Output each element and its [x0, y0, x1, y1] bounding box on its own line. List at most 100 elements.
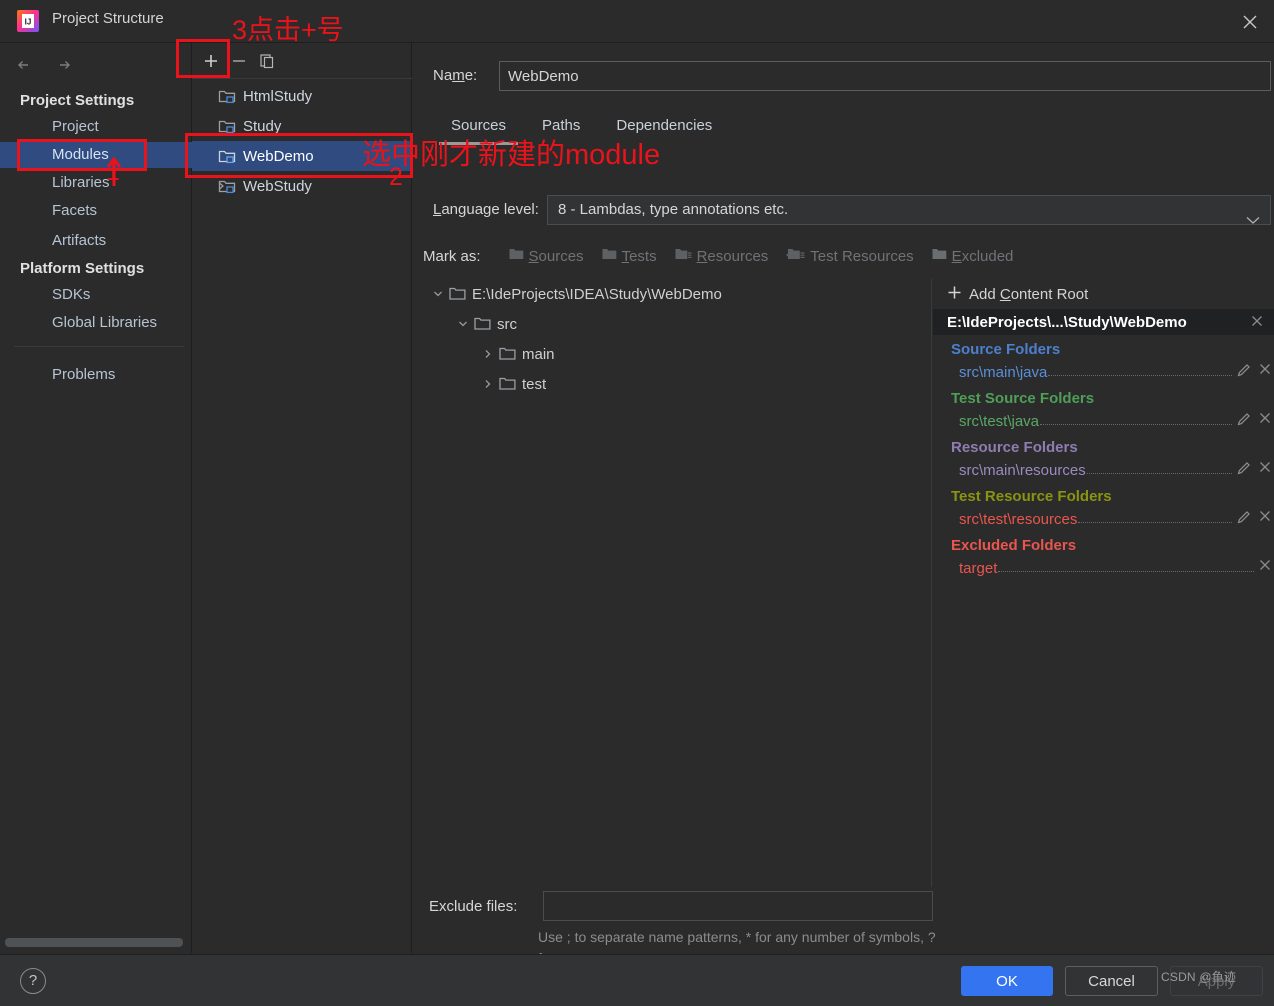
remove-folder-icon[interactable]: [1258, 411, 1274, 427]
module-folder-icon: [218, 87, 236, 105]
folder-excluded-icon: [932, 247, 947, 265]
folder-path: src\main\resources: [959, 462, 1086, 479]
chevron-right-icon[interactable]: [481, 377, 495, 391]
folder-entry[interactable]: src\test\resources: [933, 505, 1274, 531]
add-module-button[interactable]: [198, 49, 224, 73]
copy-module-button[interactable]: [254, 49, 280, 73]
folder-entry[interactable]: target: [933, 554, 1274, 580]
folder-icon: [474, 316, 491, 333]
pencil-icon[interactable]: [1236, 460, 1253, 477]
remove-content-root-icon[interactable]: [1250, 314, 1266, 330]
folder-entry[interactable]: src\main\resources: [933, 456, 1274, 482]
arrow-left-icon[interactable]: [14, 55, 34, 75]
intellij-idea-logo-icon: IJ: [16, 9, 40, 33]
section-title: Resource Folders: [951, 439, 1078, 456]
section-title: Source Folders: [951, 341, 1061, 358]
chevron-right-icon[interactable]: [481, 347, 495, 361]
mark-as-excluded-button[interactable]: Excluded: [932, 247, 1013, 265]
list-item-selected[interactable]: WebDemo: [192, 141, 412, 171]
chevron-down-icon[interactable]: [431, 287, 445, 301]
sidebar-item-libraries[interactable]: Libraries: [0, 170, 192, 196]
sidebar-item-global-libraries[interactable]: Global Libraries: [0, 310, 192, 336]
window-title: Project Structure: [52, 10, 164, 27]
section-resource-folders: Resource Folders src\main\resources: [933, 439, 1274, 482]
tree-row[interactable]: src: [423, 309, 931, 339]
sidebar-item-modules[interactable]: Modules: [0, 142, 192, 168]
mark-as-test-resources-button[interactable]: Test Resources: [786, 247, 914, 265]
folder-test-resources-icon: [786, 247, 805, 265]
tab-dependencies[interactable]: Dependencies: [598, 113, 730, 138]
sidebar-item-facets[interactable]: Facets: [0, 198, 192, 224]
folder-path: src\test\java: [959, 413, 1040, 430]
sidebar-horizontal-scrollbar[interactable]: [5, 938, 183, 947]
exclude-files-input[interactable]: [543, 891, 933, 921]
chevron-right-icon[interactable]: [214, 179, 228, 193]
leader-dots: [998, 571, 1254, 572]
language-level-label: Language level:: [433, 201, 539, 218]
module-list-panel: HtmlStudy Study WebDemo WebStudy: [192, 43, 412, 953]
folder-entry[interactable]: src\test\java: [933, 407, 1274, 433]
add-content-root-label: Add Content Root: [969, 285, 1089, 303]
section-title: Test Source Folders: [951, 390, 1095, 407]
remove-module-button[interactable]: [226, 49, 252, 73]
sidebar-divider: [14, 346, 184, 347]
pencil-icon[interactable]: [1236, 509, 1253, 526]
folder-icon: [499, 376, 516, 393]
folder-path: src\main\java: [959, 364, 1048, 381]
tree-row[interactable]: test: [423, 369, 931, 399]
remove-folder-icon[interactable]: [1258, 362, 1274, 378]
module-name-row: Name:: [423, 61, 1271, 91]
list-item[interactable]: Study: [192, 111, 412, 141]
tree-row-label: main: [522, 345, 555, 363]
ok-button[interactable]: OK: [961, 966, 1053, 996]
leader-dots: [1040, 424, 1232, 425]
chevron-down-icon[interactable]: [456, 317, 470, 331]
sidebar-nav-arrows: [14, 55, 74, 75]
mark-as-sources-button[interactable]: Sources: [509, 247, 584, 265]
exclude-files-label: Exclude files:: [429, 898, 518, 915]
module-name-input[interactable]: [499, 61, 1271, 91]
remove-folder-icon[interactable]: [1258, 460, 1274, 476]
language-level-value: 8 - Lambdas, type annotations etc.: [558, 201, 789, 218]
sidebar-item-problems[interactable]: Problems: [0, 362, 192, 388]
list-item[interactable]: WebStudy: [192, 171, 412, 201]
module-folder-icon: [218, 117, 236, 135]
remove-folder-icon[interactable]: [1258, 558, 1274, 574]
folder-resources-icon: [675, 247, 692, 265]
sidebar-item-sdks[interactable]: SDKs: [0, 282, 192, 308]
pencil-icon[interactable]: [1236, 362, 1253, 379]
tree-row[interactable]: main: [423, 339, 931, 369]
module-label: Study: [243, 117, 282, 135]
chevron-down-icon: [1246, 207, 1260, 235]
content-root-header[interactable]: E:\IdeProjects\...\Study\WebDemo: [933, 309, 1274, 335]
mark-as-sources-label: Sources: [528, 247, 584, 265]
tree-row-label: E:\IdeProjects\IDEA\Study\WebDemo: [472, 285, 722, 303]
cancel-button[interactable]: Cancel: [1065, 966, 1158, 996]
window-titlebar: IJ Project Structure: [0, 0, 1274, 43]
folder-icon: [499, 346, 516, 363]
section-test-resource-folders: Test Resource Folders src\test\resources: [933, 488, 1274, 531]
list-item[interactable]: HtmlStudy: [192, 81, 412, 111]
help-button[interactable]: ?: [20, 968, 46, 994]
content-roots-panel: Add Content Root E:\IdeProjects\...\Stud…: [933, 279, 1274, 887]
remove-folder-icon[interactable]: [1258, 509, 1274, 525]
add-content-root-button[interactable]: Add Content Root: [933, 279, 1274, 309]
mark-as-test-resources-label: Test Resources: [810, 247, 914, 265]
language-level-select[interactable]: 8 - Lambdas, type annotations etc.: [547, 195, 1271, 225]
section-title: Test Resource Folders: [951, 488, 1112, 505]
pencil-icon[interactable]: [1236, 411, 1253, 428]
tab-sources[interactable]: Sources: [433, 113, 524, 145]
tree-row[interactable]: E:\IdeProjects\IDEA\Study\WebDemo: [423, 279, 931, 309]
sidebar-item-artifacts[interactable]: Artifacts: [0, 228, 192, 254]
module-name-label: Name:: [433, 67, 478, 84]
content-root-tree: E:\IdeProjects\IDEA\Study\WebDemo src ma…: [423, 279, 932, 887]
close-icon[interactable]: [1236, 8, 1264, 36]
sidebar-item-project[interactable]: Project: [0, 114, 192, 140]
folder-entry[interactable]: src\main\java: [933, 358, 1274, 384]
mark-as-tests-button[interactable]: Tests: [602, 247, 657, 265]
arrow-right-icon[interactable]: [54, 55, 74, 75]
tab-paths[interactable]: Paths: [524, 113, 598, 138]
tree-row-label: test: [522, 375, 547, 393]
mark-as-resources-button[interactable]: Resources: [675, 247, 768, 265]
module-folder-icon: [218, 147, 236, 165]
